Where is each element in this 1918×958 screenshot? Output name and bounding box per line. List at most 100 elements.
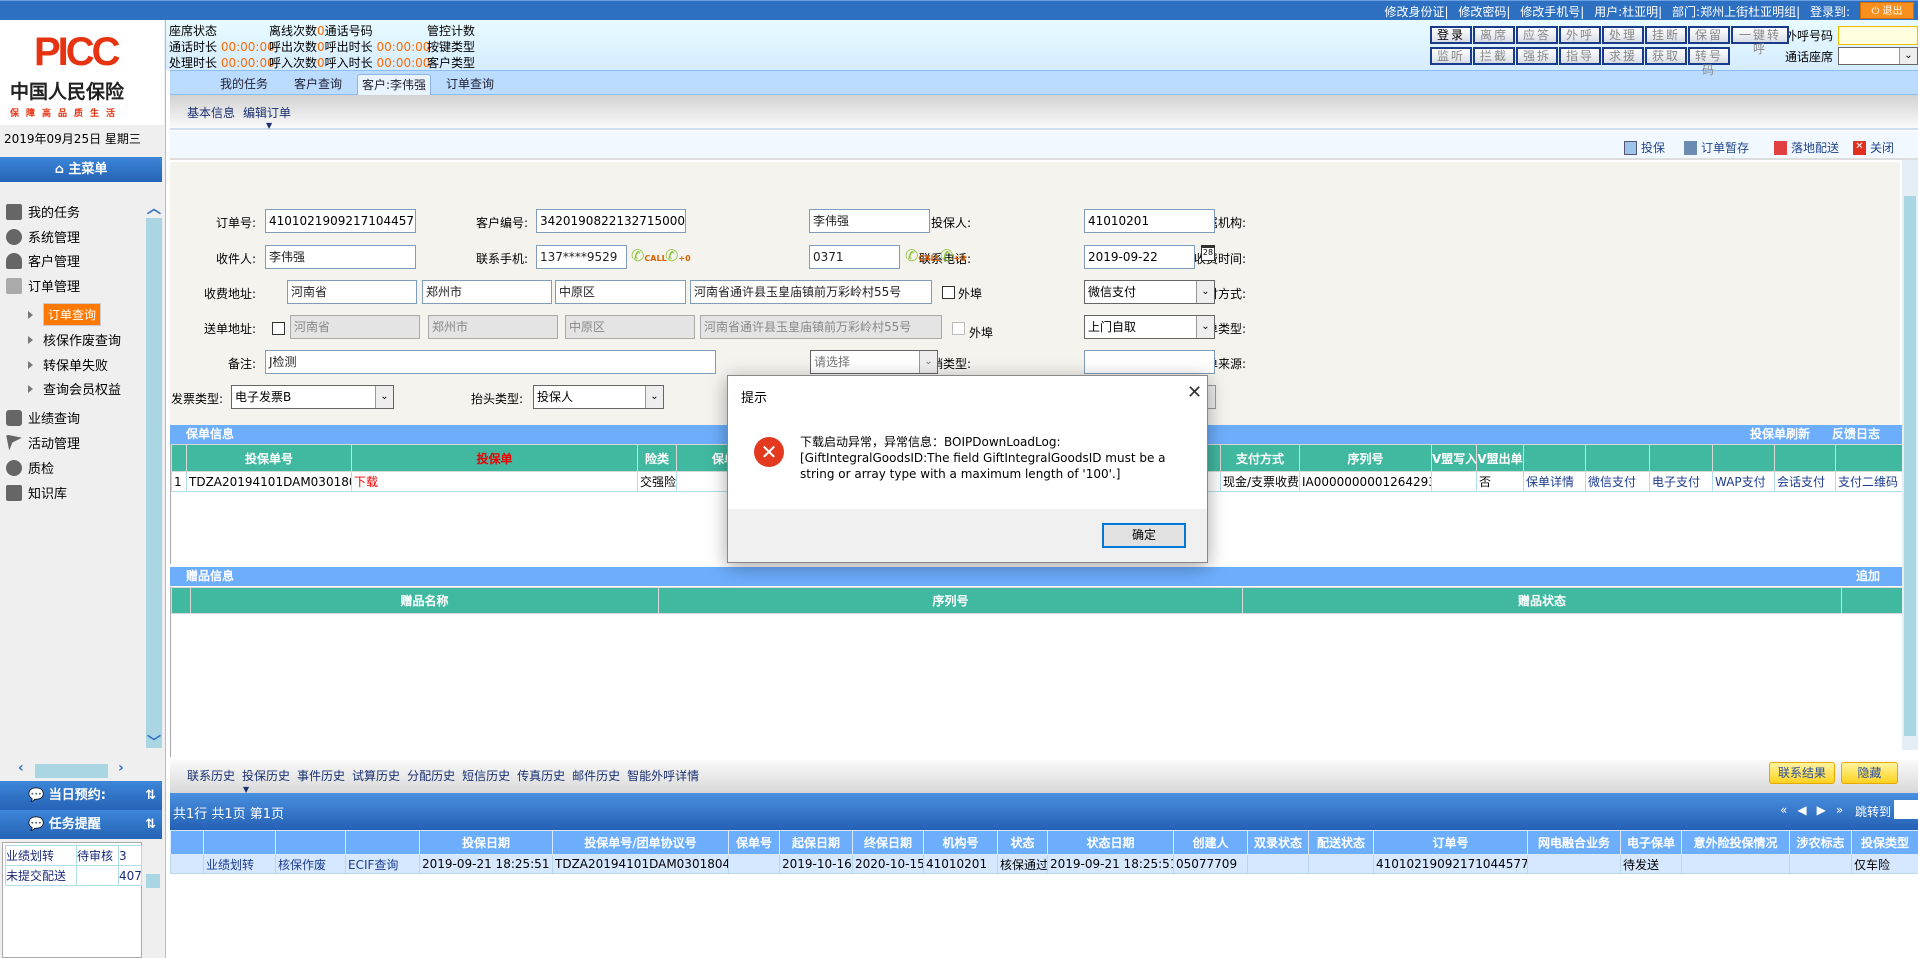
subtab-edit-order[interactable]: 编辑订单 [243,104,291,121]
prev-page-icon[interactable]: ◀ [1797,803,1806,817]
refresh-icon[interactable]: ⇅ [145,781,156,810]
add-gift-button[interactable]: 追加 [1856,569,1880,583]
reminder-row[interactable]: 业绩划转 待审核 3 [5,845,142,866]
column-header[interactable]: V盟出单 [1476,444,1524,472]
dialog-close-icon[interactable]: ✕ [1187,382,1202,403]
today-appointments-header[interactable]: 💬 当日预约: ⇅ [0,781,162,810]
column-header[interactable]: 险类 [637,444,677,472]
main-menu-header[interactable]: ⌂ 主菜单 [0,157,162,182]
column-header[interactable]: 赠品名称 [190,587,659,614]
next-page-icon[interactable]: ▶ [1817,803,1826,817]
history-tab[interactable]: 邮件历史 [572,767,620,784]
menu-performance[interactable]: 业绩查询 [6,408,80,427]
submenu-transfer-failed[interactable]: 转保单失败 [28,355,108,374]
column-header[interactable] [1649,444,1713,472]
pay-method-select[interactable]: 微信支付 ⌄ [1084,280,1215,304]
column-header[interactable]: 序列号 [1299,444,1432,472]
save-draft-button[interactable]: 订单暂存 [1684,139,1749,156]
phone-button[interactable]: 应答 [1516,26,1558,44]
submenu-member-rights[interactable]: 查询会员权益 [28,379,121,398]
scroll-right-icon[interactable]: › [118,760,124,776]
phone-button[interactable]: 保留 [1688,26,1730,44]
jump-page-input[interactable] [1894,800,1918,819]
call-mobile-button[interactable]: ✆CALL [631,246,667,265]
task-reminder-header[interactable]: 💬 任务提醒 ⇅ [0,810,162,839]
org-field[interactable]: 41010201 [1084,209,1215,233]
send-district-field[interactable]: 中原区 [565,315,695,339]
column-header[interactable]: 投保类型 [1851,830,1918,855]
delivery-button[interactable]: 落地配送 [1774,139,1839,156]
close-button[interactable]: ✕ 关闭 [1853,139,1894,156]
column-header[interactable] [1712,444,1775,472]
recipient-field[interactable]: 李伟强 [265,245,416,269]
edit-password-link[interactable]: 修改密码| [1458,5,1510,19]
column-header[interactable]: 涉农标志 [1789,830,1852,855]
menu-knowledge[interactable]: 知识库 [6,483,67,502]
send-city-field[interactable]: 郑州市 [428,315,558,339]
subtab-basic-info[interactable]: 基本信息 [187,104,235,121]
phone-button[interactable]: 求援 [1602,47,1644,65]
action-link[interactable]: 核保作废 [275,854,346,874]
history-tab[interactable]: 传真历史 [517,767,565,784]
ok-button[interactable]: 确定 [1102,523,1186,548]
column-header[interactable]: 起保日期 [779,830,853,855]
column-header[interactable] [1523,444,1586,472]
phone-button[interactable]: 强拆 [1516,47,1558,65]
phone-button[interactable]: 外呼 [1559,26,1601,44]
net-type-select[interactable]: 请选择 ⌄ [810,350,938,374]
table-row[interactable]: 业绩划转 核保作废 ECIF查询 2019-09-21 18:25:51 TDZA201… [170,854,1918,874]
column-header[interactable] [1835,444,1903,472]
column-header[interactable]: 序列号 [658,587,1243,614]
fee-province-field[interactable]: 河南省 [287,280,417,304]
column-header[interactable]: 投保单号 [186,444,352,472]
phone-button[interactable]: 获取 [1645,47,1687,65]
submenu-order-query[interactable]: 订单查询 [28,303,102,326]
send-province-field[interactable]: 河南省 [290,315,420,339]
phone-button[interactable]: 拦截 [1473,47,1515,65]
action-link[interactable]: 保单详情 [1523,471,1586,492]
column-header[interactable]: 状态日期 [1047,830,1174,855]
history-tab[interactable]: 投保历史 [242,767,290,784]
scroll-left-icon[interactable]: ‹ [18,760,24,776]
reminder-row[interactable]: 未提交配送 407 [5,865,142,886]
remark-field[interactable]: J检测 [265,350,716,374]
column-header[interactable]: 订单号 [1373,830,1528,855]
menu-activities[interactable]: 活动管理 [6,433,80,452]
column-header[interactable]: 意外险投保情况 [1681,830,1790,855]
menu-my-tasks[interactable]: 我的任务 [6,202,80,221]
column-header[interactable] [203,830,276,855]
applicant-field[interactable]: 李伟强 [809,209,930,233]
column-header[interactable] [275,830,346,855]
column-header[interactable] [171,444,187,472]
invoice-type-select[interactable]: 电子发票B ⌄ [231,385,394,409]
column-header[interactable]: 配送状态 [1308,830,1374,855]
hide-button[interactable]: 隐藏 [1841,762,1898,784]
action-link[interactable]: WAP支付 [1712,471,1775,492]
column-header[interactable]: V盟写入 [1431,444,1477,472]
fee-city-field[interactable]: 郑州市 [422,280,552,304]
column-header[interactable]: 保单号 [728,830,780,855]
mobile-field[interactable]: 137****9529 [536,245,627,269]
menu-system[interactable]: 系统管理 [6,227,80,246]
insure-button[interactable]: 投保 [1624,139,1665,156]
last-page-icon[interactable]: » [1836,803,1843,817]
outbound-number-input[interactable] [1838,26,1918,45]
column-header[interactable] [1841,587,1903,614]
tab-customer-detail[interactable]: 客户:李伟强 [357,74,432,95]
tab-order-query[interactable]: 订单查询 [442,74,498,95]
action-link[interactable]: 业绩划转 [203,854,276,874]
phone-button[interactable]: 离席 [1473,26,1515,44]
call-phone-button[interactable]: ✆CALL [905,246,941,265]
submenu-void-query[interactable]: 核保作废查询 [28,330,121,349]
reminder-scrollbar[interactable] [144,842,162,958]
tab-customer-query[interactable]: 客户查询 [290,74,346,95]
menu-quality[interactable]: 质检 [6,458,54,477]
history-tab[interactable]: 智能外呼详情 [627,767,699,784]
scroll-up-icon[interactable]: ︿ [147,198,161,218]
source-field[interactable] [1084,350,1215,374]
phone-field[interactable]: 0371 [809,245,900,269]
action-link[interactable]: 会话支付 [1774,471,1836,492]
menu-scrollbar[interactable] [146,218,162,748]
send-outside-checkbox[interactable] [952,322,965,335]
column-header[interactable] [170,830,204,855]
